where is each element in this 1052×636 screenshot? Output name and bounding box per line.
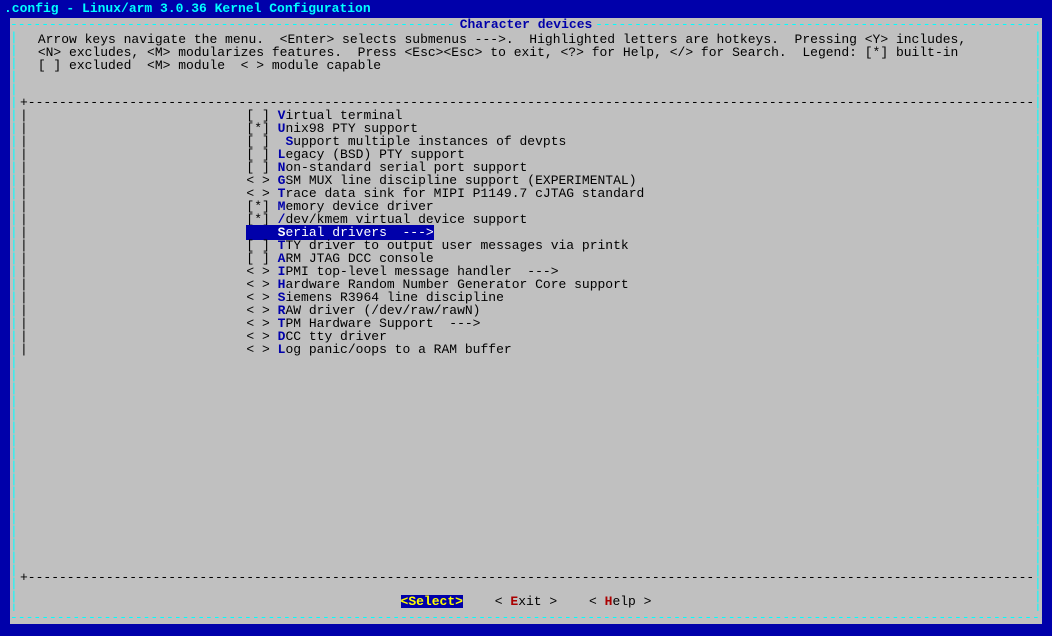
section-title: Character devices — [456, 18, 597, 31]
border-pipe: | — [20, 343, 28, 356]
border-left: | | | | | | | | | | | | | | | | | | | | … — [10, 31, 18, 611]
main-dialog: ----------------------------------------… — [10, 18, 1042, 624]
exit-button[interactable]: < Exit > — [495, 595, 557, 608]
border-bottom: ----------------------------------------… — [10, 611, 1042, 624]
menu-border-top: +---------------------------------------… — [20, 96, 1032, 109]
menu-item-label: og panic/oops to a RAM buffer — [285, 342, 511, 357]
select-button[interactable]: <Select> — [401, 595, 463, 608]
menu-area: +---------------------------------------… — [20, 96, 1032, 584]
button-bar: <Select> < Exit > < Help > — [10, 595, 1042, 608]
menu-border-bottom: +---------------------------------------… — [20, 571, 1032, 584]
help-text: Arrow keys navigate the menu. <Enter> se… — [30, 33, 1022, 72]
help-button[interactable]: < Help > — [589, 595, 651, 608]
window-title: .config - Linux/arm 3.0.36 Kernel Config… — [0, 0, 1052, 17]
border-right: | | | | | | | | | | | | | | | | | | | | … — [1034, 31, 1042, 611]
menu-list[interactable]: | [ ] Virtual terminal| [*] Unix98 PTY s… — [20, 109, 1032, 571]
menu-item[interactable]: | < > Log panic/oops to a RAM buffer — [20, 343, 1032, 356]
kernel-config-screen: .config - Linux/arm 3.0.36 Kernel Config… — [0, 0, 1052, 636]
